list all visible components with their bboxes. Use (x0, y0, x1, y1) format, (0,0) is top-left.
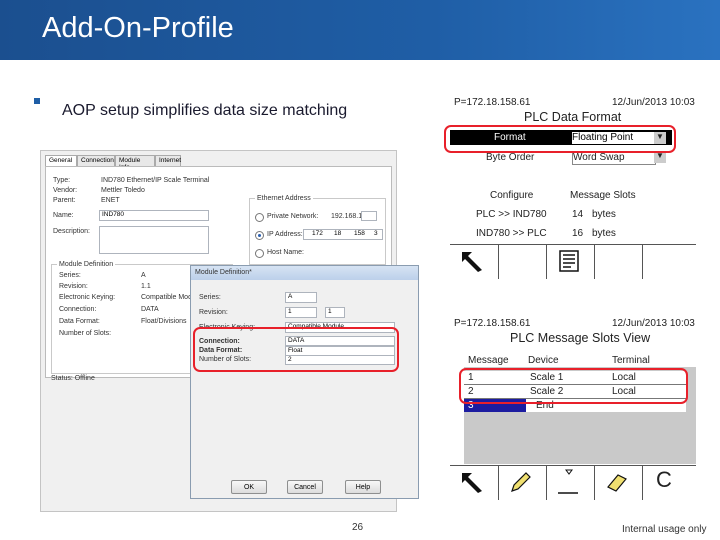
clear-softkey[interactable]: C (656, 467, 672, 493)
ethernet-address-label: Ethernet Address (255, 195, 313, 202)
screen-heading: PLC Message Slots View (510, 331, 651, 345)
screen-heading: PLC Data Format (524, 110, 622, 124)
module-definition-label: Module Definition (57, 261, 116, 268)
col-device: Device (528, 355, 559, 366)
plc-message-slots-screen: P=172.18.158.61 12/Jun/2013 10:03 PLC Me… (450, 313, 696, 500)
softkey-separator (594, 465, 595, 500)
description-label: Description: (53, 228, 90, 235)
private-network-label: Private Network: (267, 213, 319, 220)
plc-data-format-screen: P=172.18.158.61 12/Jun/2013 10:03 PLC Da… (450, 92, 696, 279)
name-field[interactable]: IND780 (99, 210, 209, 221)
ip-octet-2: 18 (334, 230, 342, 237)
page-number: 26 (352, 522, 364, 533)
col-configure: Configure (490, 190, 534, 201)
vendor-label: Vendor: (53, 187, 78, 194)
list-view-icon[interactable] (554, 248, 584, 274)
col-terminal: Terminal (612, 355, 650, 366)
softkey-separator (642, 465, 643, 500)
vendor-value: Mettler Toledo (101, 187, 145, 194)
footer-note: Internal usage only (622, 524, 707, 535)
col-message: Message (468, 355, 509, 366)
module-definition-dialog: Module Definition* Series: A Revision: 1… (190, 265, 419, 499)
terminal-ip: P=172.18.158.61 (454, 97, 531, 108)
series-select[interactable]: A (285, 292, 317, 303)
byte-order-select[interactable]: Word Swap (572, 151, 656, 165)
softkey-separator (594, 244, 595, 279)
highlight-box-slots (459, 368, 688, 404)
ip-address-radio[interactable] (255, 231, 264, 240)
softkey-divider (450, 244, 696, 245)
eraser-icon[interactable] (602, 469, 632, 495)
description-field[interactable] (99, 226, 209, 254)
highlight-box-module (193, 327, 399, 372)
ip-address-label: IP Address: (267, 231, 303, 238)
ip-octet-1: 172 (312, 230, 323, 237)
softkey-separator (498, 465, 499, 500)
byte-order-label: Byte Order (486, 152, 535, 163)
plc-to-ind-value: 14 (572, 209, 584, 220)
revision-value: 1.1 (141, 283, 151, 290)
help-button[interactable]: Help (345, 480, 381, 494)
insert-icon[interactable] (554, 467, 584, 497)
terminal-date: 12/Jun/2013 10:03 (612, 318, 695, 329)
ip-address-field[interactable]: 172 18 158 3 (303, 229, 383, 240)
softkey-separator (546, 244, 547, 279)
softkey-separator (546, 465, 547, 500)
slots-label: Number of Slots: (59, 330, 112, 337)
back-arrow-icon[interactable] (458, 469, 488, 495)
parent-value: ENET (101, 197, 120, 204)
host-name-radio[interactable] (255, 249, 264, 258)
data-format-label: Data Format: (59, 318, 100, 325)
revision-label: Revision: (59, 283, 88, 290)
col-message-slots: Message Slots (570, 190, 636, 201)
host-name-label: Host Name: (267, 249, 304, 256)
keying-label: Electronic Keying: (59, 294, 116, 301)
ip-octet-4: 3 (374, 230, 378, 237)
parent-label: Parent: (53, 197, 76, 204)
softkey-divider (450, 465, 696, 466)
private-network-value: 192.168.1. (331, 213, 365, 220)
private-network-octet-field[interactable] (361, 211, 377, 221)
dialog-title: Module Definition* (195, 269, 252, 276)
ip-octet-3: 158 (354, 230, 365, 237)
cancel-button[interactable]: Cancel (287, 480, 323, 494)
name-label: Name: (53, 212, 74, 219)
type-value: IND780 Ethernet/IP Scale Terminal (101, 177, 210, 184)
ok-button[interactable]: OK (231, 480, 267, 494)
bullet-text: AOP setup simplifies data size matching (62, 102, 348, 119)
back-arrow-icon[interactable] (458, 248, 488, 274)
private-network-radio[interactable] (255, 213, 264, 222)
plc-to-ind-label: PLC >> IND780 (476, 209, 547, 220)
connection-value: DATA (141, 306, 159, 313)
terminal-ip: P=172.18.158.61 (454, 318, 531, 329)
revision-minor-field[interactable]: 1 (325, 307, 345, 318)
softkey-separator (498, 244, 499, 279)
status-text: Status: Offline (51, 375, 95, 382)
ind-to-plc-unit: bytes (592, 228, 616, 239)
slide-title: Add-On-Profile (42, 12, 234, 44)
terminal-date: 12/Jun/2013 10:03 (612, 97, 695, 108)
highlight-box-format (444, 125, 676, 153)
bullet-icon (34, 98, 40, 104)
data-format-value: Float/Divisions (141, 318, 187, 325)
series-label: Series: (59, 272, 81, 279)
series-value: A (141, 272, 146, 279)
softkey-separator (642, 244, 643, 279)
connection-label: Connection: (59, 306, 97, 313)
type-label: Type: (53, 177, 71, 184)
edit-pencil-icon[interactable] (506, 469, 536, 495)
plc-to-ind-unit: bytes (592, 209, 616, 220)
md-series-label: Series: (199, 294, 221, 301)
ind-to-plc-value: 16 (572, 228, 584, 239)
revision-select[interactable]: 1 (285, 307, 317, 318)
md-revision-label: Revision: (199, 309, 228, 316)
ind-to-plc-label: IND780 >> PLC (476, 228, 547, 239)
